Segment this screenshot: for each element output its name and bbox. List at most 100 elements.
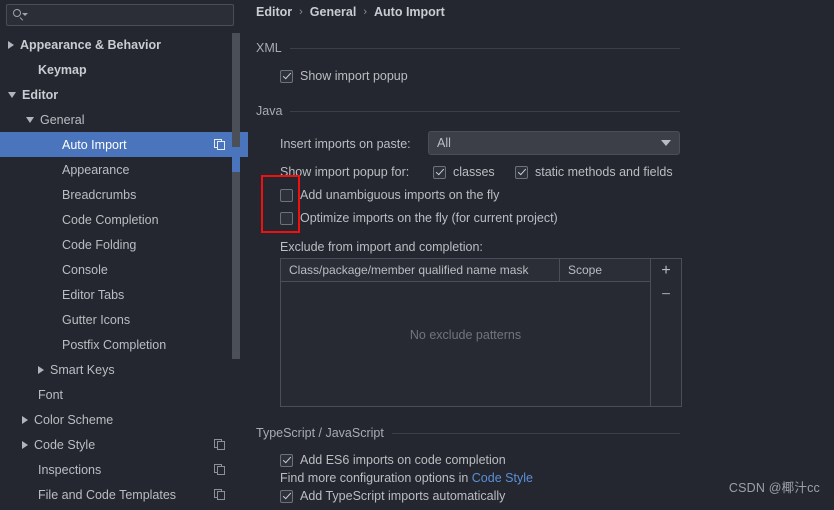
copy-settings-icon[interactable] [214,438,226,451]
sidebar-item-code-completion[interactable]: Code Completion [0,207,248,232]
column-header-name-mask[interactable]: Class/package/member qualified name mask [281,259,560,281]
sidebar-item-label: Editor [22,87,59,102]
checkbox-add-unambiguous-imports[interactable] [280,188,293,202]
sidebar-item-keymap[interactable]: Keymap [0,57,248,82]
sidebar-item-font[interactable]: Font [0,382,248,407]
breadcrumb-item-auto-import: Auto Import [374,5,445,19]
sidebar-item-label: Console [62,262,108,277]
sidebar-item-code-folding[interactable]: Code Folding [0,232,248,257]
sidebar-item-label: Inspections [38,462,102,477]
sidebar-item-general[interactable]: General [0,107,248,132]
checkbox-row-show-import-popup[interactable]: Show import popup [280,69,408,83]
sidebar-item-code-style[interactable]: Code Style [0,432,248,457]
breadcrumb-item-editor[interactable]: Editor [256,5,292,19]
breadcrumb-item-general[interactable]: General [310,5,357,19]
sidebar-item-editor-tabs[interactable]: Editor Tabs [0,282,248,307]
copy-settings-icon[interactable] [214,463,226,476]
checkbox-label-static-methods-and-fields: static methods and fields [535,165,673,179]
exclude-table-rows[interactable]: No exclude patterns [281,282,650,406]
sidebar-item-inspections[interactable]: Inspections [0,457,248,482]
settings-tree[interactable]: Appearance & Behavior Keymap Editor General… [0,32,248,510]
checkbox-row-es6-imports[interactable]: Add ES6 imports on code completion [280,453,506,467]
checkbox-add-typescript-imports[interactable] [280,489,293,503]
copy-settings-icon[interactable] [214,138,226,151]
breadcrumb-separator: › [363,6,368,18]
checkbox-classes[interactable] [433,165,446,179]
checkbox-label-optimize-imports: Optimize imports on the fly (for current… [300,211,558,225]
section-divider [289,47,680,49]
section-title-xml: XML [256,41,282,55]
hint-code-style-prefix: Find more configuration options in [280,471,472,485]
insert-imports-on-paste-dropdown[interactable]: All [428,131,680,155]
breadcrumb: Editor › General › Auto Import [256,5,445,19]
checkbox-add-es6-imports[interactable] [280,453,293,467]
column-header-scope[interactable]: Scope [560,259,650,281]
sidebar-item-label: File and Code Templates [38,487,177,502]
chevron-right-icon[interactable] [22,415,28,424]
checkbox-row-classes[interactable]: classes [433,165,495,179]
sidebar-search[interactable] [6,4,234,26]
copy-settings-icon[interactable] [214,488,226,501]
sidebar-item-breadcrumbs[interactable]: Breadcrumbs [0,182,248,207]
sidebar-item-postfix-completion[interactable]: Postfix Completion [0,332,248,357]
checkbox-row-static-methods[interactable]: static methods and fields [515,165,673,179]
sidebar-item-label: Code Style [34,437,96,452]
sidebar-item-label: Postfix Completion [62,337,167,352]
sidebar-selection-marker [232,147,240,172]
section-header-xml: XML [256,41,680,55]
sidebar-item-smart-keys[interactable]: Smart Keys [0,357,248,382]
chevron-down-icon [661,140,671,146]
search-input[interactable] [31,7,225,23]
sidebar-scrollbar[interactable] [232,32,240,510]
checkbox-row-optimize-imports[interactable]: Optimize imports on the fly (for current… [280,211,558,225]
section-header-typescript-javascript: TypeScript / JavaScript [256,426,680,440]
chevron-right-icon[interactable] [38,365,44,374]
sidebar-item-label: Appearance & Behavior [20,37,162,52]
sidebar-item-label: Keymap [38,62,87,77]
section-title-typescript-javascript: TypeScript / JavaScript [256,426,384,440]
watermark: CSDN @椰汁cc [728,481,820,495]
sidebar-item-appearance-behavior[interactable]: Appearance & Behavior [0,32,248,57]
sidebar-item-file-and-code-templates[interactable]: File and Code Templates [0,482,248,507]
sidebar-item-label: Auto Import [62,137,127,152]
sidebar-item-label: Font [38,387,64,402]
settings-sidebar: Appearance & Behavior Keymap Editor General… [0,0,248,510]
chevron-right-icon[interactable] [22,440,28,449]
remove-pattern-button[interactable]: − [651,283,681,307]
sidebar-item-console[interactable]: Console [0,257,248,282]
sidebar-item-label: Smart Keys [50,362,115,377]
checkbox-optimize-imports[interactable] [280,211,293,225]
settings-content: Editor › General › Auto Import XML Show … [248,0,834,510]
sidebar-item-auto-import[interactable]: Auto Import [0,132,248,157]
sidebar-item-appearance[interactable]: Appearance [0,157,248,182]
checkbox-show-import-popup[interactable] [280,69,293,83]
search-icon [13,8,28,22]
sidebar-item-gutter-icons[interactable]: Gutter Icons [0,307,248,332]
chevron-right-icon[interactable] [8,40,14,49]
exclude-table-body-area: Class/package/member qualified name mask… [281,259,650,406]
code-style-link[interactable]: Code Style [472,471,533,485]
sidebar-item-color-scheme[interactable]: Color Scheme [0,407,248,432]
sidebar-item-label: Breadcrumbs [62,187,137,202]
settings-dialog: Appearance & Behavior Keymap Editor General… [0,0,834,510]
checkbox-label-add-es6-imports: Add ES6 imports on code completion [300,453,506,467]
checkbox-row-add-unambiguous[interactable]: Add unambiguous imports on the fly [280,188,499,202]
checkbox-row-typescript-imports[interactable]: Add TypeScript imports automatically [280,489,505,503]
section-divider [290,110,680,112]
sidebar-item-editor[interactable]: Editor [0,82,248,107]
exclude-patterns-table[interactable]: Class/package/member qualified name mask… [280,258,682,407]
checkbox-static-methods-and-fields[interactable] [515,165,528,179]
sidebar-scrollbar-thumb[interactable] [232,33,240,359]
chevron-down-icon[interactable] [8,91,16,98]
add-pattern-button[interactable]: + [651,259,681,283]
chevron-down-icon[interactable] [26,116,34,123]
